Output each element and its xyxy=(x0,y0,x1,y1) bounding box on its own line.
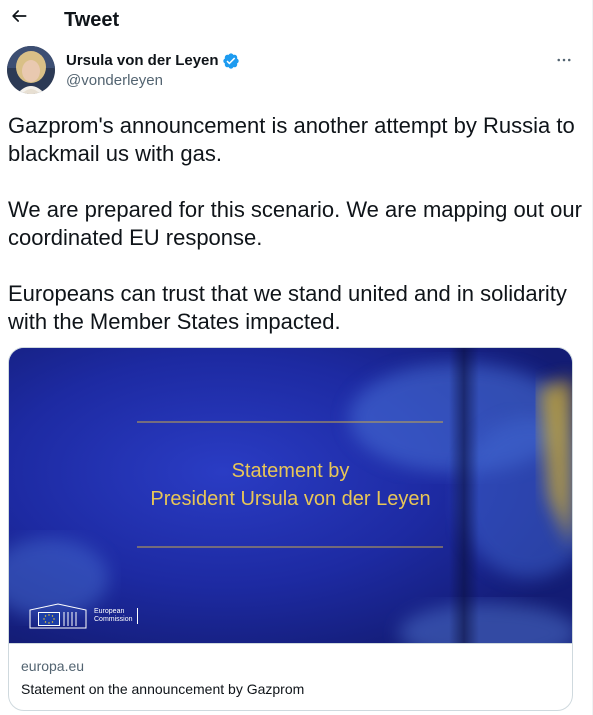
author-name-label: Ursula von der Leyen xyxy=(66,52,219,69)
tweet-text: Gazprom's announcement is another attemp… xyxy=(8,112,583,336)
verified-badge-icon xyxy=(222,52,240,70)
more-button[interactable] xyxy=(552,48,576,72)
eu-logo-text: European Commission xyxy=(94,608,138,624)
statement-line-1: Statement by xyxy=(231,460,350,482)
link-card[interactable]: Statement by President Ursula von der Le… xyxy=(8,347,573,711)
arrow-left-icon xyxy=(9,6,29,26)
card-title: Statement on the announcement by Gazprom xyxy=(21,681,305,697)
tweet-paragraph: Gazprom's announcement is another attemp… xyxy=(8,113,575,166)
tweet-paragraph: We are prepared for this scenario. We ar… xyxy=(8,197,582,250)
card-statement-text: Statement by President Ursula von der Le… xyxy=(9,457,572,513)
card-footer: europa.eu Statement on the announcement … xyxy=(9,643,572,710)
statement-line-2: President Ursula von der Leyen xyxy=(150,488,431,510)
page-title: Tweet xyxy=(64,9,120,31)
author-handle[interactable]: @vonderleyen xyxy=(66,72,163,90)
avatar[interactable] xyxy=(7,46,55,94)
author-name[interactable]: Ursula von der Leyen xyxy=(66,52,240,70)
eu-logo-line-1: European xyxy=(94,608,125,615)
eu-logo-line-2: Commission xyxy=(94,616,133,623)
tweet-paragraph: Europeans can trust that we stand united… xyxy=(8,281,567,334)
back-button[interactable] xyxy=(6,3,32,29)
european-commission-logo: European Commission xyxy=(28,602,138,630)
card-domain: europa.eu xyxy=(21,658,85,674)
card-image: Statement by President Ursula von der Le… xyxy=(9,348,572,643)
eu-flag-icon xyxy=(29,603,87,629)
more-horizontal-icon xyxy=(555,51,573,69)
page-header: Tweet xyxy=(0,0,592,40)
